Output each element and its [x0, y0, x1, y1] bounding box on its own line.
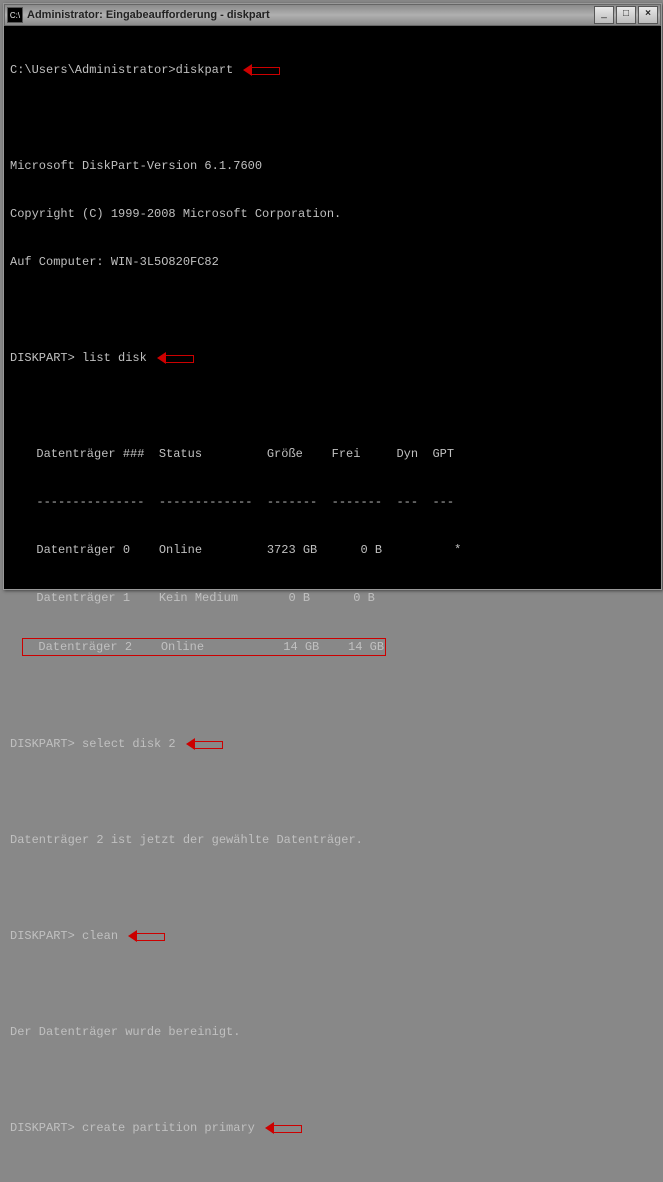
msg-cleaned: Der Datenträger wurde bereinigt. [10, 1024, 240, 1040]
arrow-icon [157, 353, 195, 363]
close-button[interactable]: × [638, 6, 658, 24]
diskpart-prompt: DISKPART> [10, 928, 75, 944]
table-divider: --------------- ------------- ------- --… [22, 494, 454, 510]
arrow-icon [243, 65, 281, 75]
prompt-path: C:\Users\Administrator> [10, 62, 176, 78]
window-title: Administrator: Eingabeaufforderung - dis… [27, 9, 592, 21]
version-line: Microsoft DiskPart-Version 6.1.7600 [10, 158, 262, 174]
minimize-button[interactable]: _ [594, 6, 614, 24]
cmd-create-partition: create partition primary [82, 1120, 255, 1136]
copyright-line: Copyright (C) 1999-2008 Microsoft Corpor… [10, 206, 341, 222]
app-icon: C:\ [7, 7, 23, 23]
cmd-list-disk: list disk [82, 350, 147, 366]
arrow-icon [128, 931, 166, 941]
table-row: Datenträger 1 Kein Medium 0 B 0 B [22, 590, 375, 606]
msg-selected-disk: Datenträger 2 ist jetzt der gewählte Dat… [10, 832, 363, 848]
diskpart-prompt: DISKPART> [10, 736, 75, 752]
diskpart-prompt: DISKPART> [10, 350, 75, 366]
cmd-clean: clean [82, 928, 118, 944]
diskpart-prompt: DISKPART> [10, 1120, 75, 1136]
cmd-diskpart: diskpart [176, 62, 234, 78]
console-output[interactable]: C:\Users\Administrator>diskpart Microsof… [4, 26, 661, 1182]
computer-line: Auf Computer: WIN-3L5O820FC82 [10, 254, 219, 270]
arrow-icon [265, 1123, 303, 1133]
table-row-selected: Datenträger 2 Online 14 GB 14 GB [24, 640, 384, 654]
command-prompt-window: C:\ Administrator: Eingabeaufforderung -… [3, 3, 662, 590]
maximize-button[interactable]: □ [616, 6, 636, 24]
table-header: Datenträger ### Status Größe Frei Dyn GP… [22, 446, 454, 462]
cmd-select-disk: select disk 2 [82, 736, 176, 752]
titlebar[interactable]: C:\ Administrator: Eingabeaufforderung -… [4, 4, 661, 26]
table-row: Datenträger 0 Online 3723 GB 0 B * [22, 542, 461, 558]
arrow-icon [186, 739, 224, 749]
